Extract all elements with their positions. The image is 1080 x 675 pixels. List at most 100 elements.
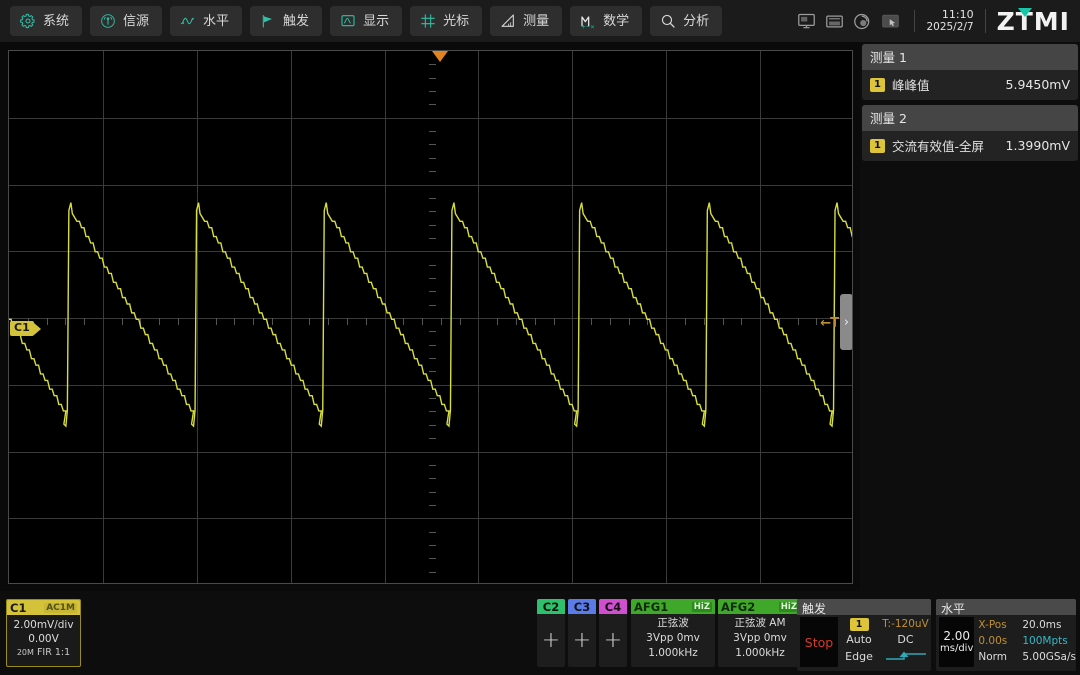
horizontal-panel[interactable]: 水平 2.00 ms/div X-Pos 0.00s Norm 20.0ms 1… xyxy=(936,599,1076,671)
waveform-icon xyxy=(180,13,196,29)
afg2-amplitude: 3Vpp 0mv xyxy=(718,631,802,646)
measurement-card-1-title: 测量 1 xyxy=(862,44,1078,70)
antenna-icon xyxy=(100,13,116,29)
rising-edge-icon xyxy=(884,650,928,662)
toolbar-button-system-label: 系统 xyxy=(43,15,69,28)
afg1-amplitude: 3Vpp 0mv xyxy=(631,631,715,646)
channel4-panel[interactable]: C4 + xyxy=(599,599,627,667)
toolbar-button-math[interactable]: +−× 数学 xyxy=(570,6,642,36)
toolbar-right-cluster: 11:10 2025/2/7 ZTMI xyxy=(788,7,1080,36)
measurement-row[interactable]: 1 交流有效值-全屏 1.3990mV xyxy=(862,131,1078,161)
channel3-name: C3 xyxy=(574,600,590,614)
toolbar-button-system[interactable]: 系统 xyxy=(10,6,82,36)
toolbar-button-trigger[interactable]: 触发 xyxy=(250,6,322,36)
channel1-offset: 0.00V xyxy=(7,632,80,646)
afg1-impedance: HiZ xyxy=(692,602,712,612)
afg2-frequency: 1.000kHz xyxy=(718,646,802,661)
logo-triangle-icon xyxy=(1018,8,1032,17)
acquisition-mode[interactable]: Norm xyxy=(978,649,1022,665)
afg1-frequency: 1.000kHz xyxy=(631,646,715,661)
toolbar-button-cursor[interactable]: 光标 xyxy=(410,6,482,36)
channel2-name: C2 xyxy=(543,600,559,614)
trigger-type[interactable]: Edge xyxy=(838,648,880,665)
channel2-add-button[interactable]: + xyxy=(537,614,565,667)
oscilloscope-app: 系统 信源 水平 触发 xyxy=(0,0,1080,675)
measurement-name: 交流有效值-全屏 xyxy=(892,136,999,155)
channel-badge: 1 xyxy=(870,139,885,153)
channel1-panel[interactable]: C1 AC1M 2.00mV/div 0.00V 20M FIR 1:1 xyxy=(6,599,81,667)
toolbar-button-display[interactable]: 显示 xyxy=(330,6,402,36)
channel1-filter: FIR xyxy=(37,647,52,658)
remote-icon[interactable] xyxy=(881,13,900,30)
trigger-panel[interactable]: 触发 Stop 1 Auto Edge T:-120uV DC xyxy=(797,599,931,671)
timebase-display[interactable]: 2.00 ms/div xyxy=(939,617,974,667)
toolbar-button-horizontal-label: 水平 xyxy=(203,15,229,28)
trigger-coupling[interactable]: DC xyxy=(880,632,931,648)
toolbar-divider-2 xyxy=(985,9,986,33)
trigger-source-badge[interactable]: 1 xyxy=(850,618,869,631)
channel2-header: C2 xyxy=(537,599,565,614)
toolbar-button-source[interactable]: 信源 xyxy=(90,6,162,36)
measurement-value: 1.3990mV xyxy=(1006,138,1070,153)
toolbar-button-analyze[interactable]: 分析 xyxy=(650,6,722,36)
channel3-add-button[interactable]: + xyxy=(568,614,596,667)
screenshot-icon[interactable] xyxy=(797,13,816,30)
afg2-header: AFG2 HiZ xyxy=(718,599,802,614)
measurement-name: 峰峰值 xyxy=(892,75,999,94)
xpos-label: X-Pos xyxy=(978,617,1022,633)
measurement-value: 5.9450mV xyxy=(1006,77,1070,92)
afg2-panel[interactable]: AFG2 HiZ 正弦波 AM 3Vpp 0mv 1.000kHz xyxy=(718,599,802,667)
toolbar-button-horizontal[interactable]: 水平 xyxy=(170,6,242,36)
trigger-position-marker[interactable] xyxy=(432,51,448,62)
channel1-ground-marker[interactable]: C1 xyxy=(10,321,41,336)
afg1-name: AFG1 xyxy=(634,600,668,614)
channel2-panel[interactable]: C2 + xyxy=(537,599,565,667)
horizontal-left-column: X-Pos 0.00s Norm xyxy=(978,617,1022,667)
measurement-row[interactable]: 1 峰峰值 5.9450mV xyxy=(862,70,1078,100)
afg2-body: 正弦波 AM 3Vpp 0mv 1.000kHz xyxy=(718,614,802,661)
clock-time: 11:10 xyxy=(926,8,973,21)
record-icon[interactable] xyxy=(853,13,872,30)
afg2-name: AFG2 xyxy=(721,600,755,614)
toolbar-button-trigger-label: 触发 xyxy=(283,15,309,28)
measurement-card-1[interactable]: 测量 1 1 峰峰值 5.9450mV xyxy=(862,44,1078,100)
toolbar-button-measure-label: 测量 xyxy=(523,15,549,28)
waveform-trace-c1 xyxy=(9,51,852,584)
brand-logo: ZTMI xyxy=(997,7,1070,36)
trigger-level-value[interactable]: T:-120uV xyxy=(880,617,931,632)
save-icon[interactable] xyxy=(825,13,844,30)
total-time: 20.0ms xyxy=(1022,617,1076,633)
trigger-level-marker[interactable]: ←T xyxy=(820,316,838,331)
channel-badge: 1 xyxy=(870,78,885,92)
afg1-panel[interactable]: AFG1 HiZ 正弦波 3Vpp 0mv 1.000kHz xyxy=(631,599,715,667)
bottom-status-bar: C1 AC1M 2.00mV/div 0.00V 20M FIR 1:1 C2 … xyxy=(0,596,1080,675)
measurement-card-2[interactable]: 测量 2 1 交流有效值-全屏 1.3990mV xyxy=(862,105,1078,161)
trigger-mode[interactable]: Auto xyxy=(838,631,880,648)
waveform-plot[interactable]: C1 ←T › xyxy=(8,50,853,584)
toolbar-button-math-label: 数学 xyxy=(603,15,629,28)
xpos-value[interactable]: 0.00s xyxy=(978,633,1022,649)
horizontal-info: X-Pos 0.00s Norm 20.0ms 100Mpts 5.00GSa/… xyxy=(974,617,1076,667)
channel1-bandwidth: 20M xyxy=(17,648,34,657)
vertical-scroll-handle[interactable]: › xyxy=(840,294,853,350)
memory-depth[interactable]: 100Mpts xyxy=(1022,633,1076,649)
toolbar-button-display-label: 显示 xyxy=(363,15,389,28)
channel1-scale: 2.00mV/div xyxy=(7,618,80,632)
channel1-coupling: AC1M xyxy=(44,603,77,613)
waveform-area: C1 ←T › xyxy=(0,42,860,591)
trigger-slope[interactable] xyxy=(880,648,931,662)
afg1-body: 正弦波 3Vpp 0mv 1.000kHz xyxy=(631,614,715,661)
measurement-card-2-title: 测量 2 xyxy=(862,105,1078,131)
display-icon xyxy=(340,13,356,29)
top-toolbar: 系统 信源 水平 触发 xyxy=(0,0,1080,42)
trigger-state-button[interactable]: Stop xyxy=(800,617,838,667)
channel4-add-button[interactable]: + xyxy=(599,614,627,667)
channel4-name: C4 xyxy=(605,600,621,614)
afg1-waveform: 正弦波 xyxy=(631,616,715,631)
toolbar-button-source-label: 信源 xyxy=(123,15,149,28)
toolbar-button-cursor-label: 光标 xyxy=(443,15,469,28)
toolbar-button-measure[interactable]: 测量 xyxy=(490,6,562,36)
channel3-header: C3 xyxy=(568,599,596,614)
channel3-panel[interactable]: C3 + xyxy=(568,599,596,667)
measure-icon xyxy=(500,13,516,29)
